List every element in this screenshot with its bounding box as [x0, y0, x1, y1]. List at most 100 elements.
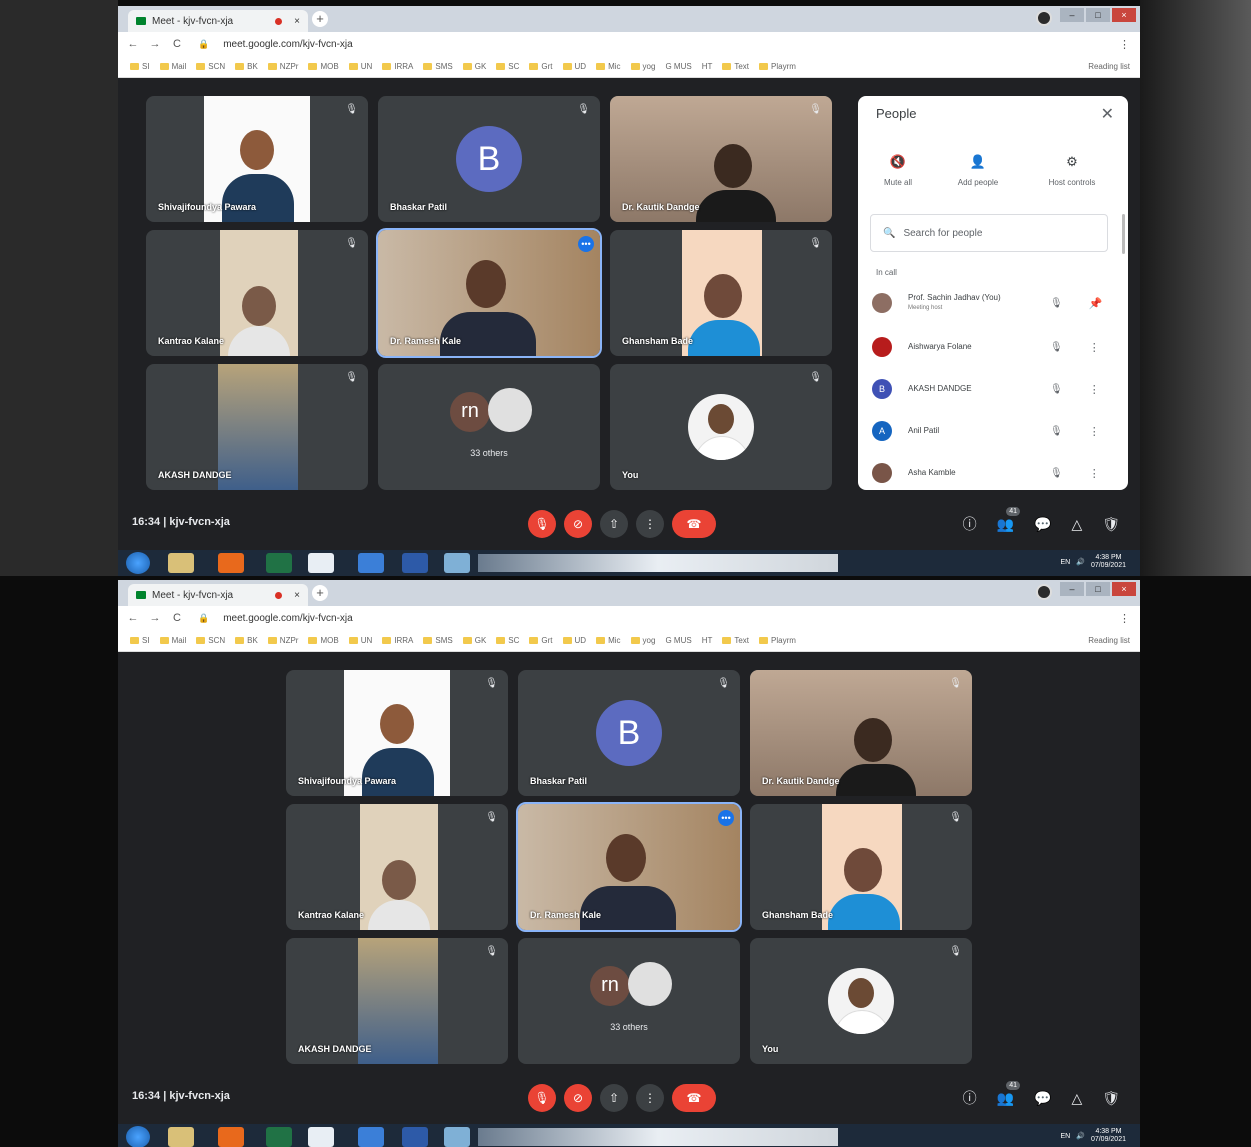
more-options-icon[interactable]: ⋮ [1089, 425, 1100, 438]
window-close-button[interactable]: × [1112, 8, 1136, 22]
volume-icon[interactable]: 🔊 [1076, 558, 1085, 566]
maximize-button[interactable]: □ [1086, 582, 1110, 596]
back-button[interactable]: ← [126, 612, 140, 624]
leave-call-button[interactable]: ☎ [672, 510, 716, 538]
start-button[interactable] [126, 552, 150, 574]
firefox-icon[interactable] [218, 553, 244, 573]
reload-button[interactable]: C [170, 612, 184, 624]
mic-off-icon[interactable]: 🎙 [1050, 342, 1063, 353]
safety-button[interactable]: 🛡 [1102, 516, 1120, 533]
participant-tile[interactable]: 🎙 Kantrao Kalane [146, 230, 368, 356]
bookmark[interactable]: GK [462, 636, 486, 645]
firefox-icon[interactable] [218, 1127, 244, 1147]
participant-tile[interactable]: 🎙 Dr. Kautik Dandge [610, 96, 832, 222]
bookmark[interactable]: Mic [596, 62, 621, 71]
clock[interactable]: 4:38 PM 07/09/2021 [1091, 1128, 1126, 1144]
bookmark[interactable]: Text [722, 636, 749, 645]
bookmark[interactable]: G MUS [665, 636, 691, 645]
bookmark[interactable]: UD [562, 62, 586, 71]
reload-button[interactable]: C [170, 38, 184, 50]
chrome-icon[interactable] [308, 553, 334, 573]
explorer-icon[interactable] [168, 1127, 194, 1147]
bookmark[interactable]: SCN [196, 636, 225, 645]
activities-button[interactable]: △ [1071, 1090, 1082, 1107]
app-icon[interactable] [444, 1127, 470, 1147]
menu-icon[interactable]: ⋮ [1119, 612, 1130, 625]
close-panel-button[interactable]: ✕ [1101, 104, 1114, 124]
excel-icon[interactable] [266, 553, 292, 573]
explorer-icon[interactable] [168, 553, 194, 573]
participant-row[interactable]: A Anil Patil 🎙 ⋮ [872, 414, 1116, 448]
more-options-icon[interactable]: ⋮ [1089, 467, 1100, 480]
camera-toggle-button[interactable]: ⊘ [564, 1084, 592, 1112]
word-icon[interactable] [402, 1127, 428, 1147]
app-icon[interactable] [358, 1127, 384, 1147]
bookmark[interactable]: UN [348, 62, 372, 71]
back-button[interactable]: ← [126, 38, 140, 50]
more-options-button[interactable]: ⋮ [636, 510, 664, 538]
participant-row[interactable]: Aishwarya Folane 🎙 ⋮ [872, 330, 1116, 364]
chat-button[interactable]: 💬 [1034, 516, 1051, 533]
mute-all-button[interactable]: 🔇 Mute all [858, 154, 938, 187]
bookmark[interactable]: IRRA [382, 62, 413, 71]
camera-toggle-button[interactable]: ⊘ [564, 510, 592, 538]
bookmark[interactable]: SCN [196, 62, 225, 71]
menu-icon[interactable]: ⋮ [1119, 38, 1130, 51]
bookmark[interactable]: G MUS [665, 62, 691, 71]
others-tile[interactable]: rn 33 others [378, 364, 600, 490]
participant-tile[interactable]: 🎙 AKASH DANDGE [286, 938, 508, 1064]
participant-tile[interactable]: 🎙 Shivajifoundya Pawara [146, 96, 368, 222]
participant-tile[interactable]: 🎙 Ghansham Bade [610, 230, 832, 356]
add-people-button[interactable]: 👤 Add people [938, 154, 1018, 187]
participant-tile[interactable]: 🎙 Dr. Kautik Dandge [750, 670, 972, 796]
bookmark[interactable]: Playrm [759, 636, 796, 645]
bookmark[interactable]: NZPr [267, 636, 298, 645]
clock[interactable]: 4:38 PM 07/09/2021 [1091, 554, 1126, 570]
url-field[interactable]: meet.google.com/kjv-fvcn-xja [223, 613, 353, 624]
url-field[interactable]: meet.google.com/kjv-fvcn-xja [223, 39, 353, 50]
bookmark[interactable]: Mail [159, 636, 186, 645]
people-button[interactable]: 👥 41 [997, 1080, 1020, 1107]
bookmark[interactable]: SI [130, 636, 150, 645]
mic-off-icon[interactable]: 🎙 [1050, 468, 1063, 479]
bookmark[interactable]: MOB [308, 62, 339, 71]
more-options-button[interactable]: ⋮ [636, 1084, 664, 1112]
more-options-icon[interactable]: ⋮ [1089, 341, 1100, 354]
self-tile[interactable]: 🎙 You [750, 938, 972, 1064]
participant-row[interactable]: Asha Kamble 🎙 ⋮ [872, 456, 1116, 490]
bookmark[interactable]: BK [235, 636, 258, 645]
forward-button[interactable]: → [148, 38, 162, 50]
bookmark[interactable]: Playrm [759, 62, 796, 71]
safety-button[interactable]: 🛡 [1102, 1090, 1120, 1107]
participant-tile[interactable]: 🎙 AKASH DANDGE [146, 364, 368, 490]
self-tile[interactable]: 🎙 You [610, 364, 832, 490]
bookmark[interactable]: yog [630, 636, 655, 645]
host-controls-button[interactable]: ⚙ Host controls [1032, 154, 1112, 187]
pin-icon[interactable]: 📌 [1089, 297, 1103, 310]
leave-call-button[interactable]: ☎ [672, 1084, 716, 1112]
language-indicator[interactable]: EN [1061, 1133, 1071, 1140]
bookmark[interactable]: Mail [159, 62, 186, 71]
others-tile[interactable]: rn 33 others [518, 938, 740, 1064]
more-options-icon[interactable]: ⋮ [1089, 383, 1100, 396]
reading-list-button[interactable]: Reading list [1088, 636, 1130, 645]
participant-tile[interactable]: B 🎙 Bhaskar Patil [518, 670, 740, 796]
bookmark[interactable]: SI [130, 62, 150, 71]
bookmark[interactable]: UD [562, 636, 586, 645]
bookmark[interactable]: SMS [423, 62, 453, 71]
word-icon[interactable] [402, 553, 428, 573]
activities-button[interactable]: △ [1071, 516, 1082, 533]
maximize-button[interactable]: □ [1086, 8, 1110, 22]
bookmark[interactable]: MOB [308, 636, 339, 645]
forward-button[interactable]: → [148, 612, 162, 624]
tab-close-button[interactable]: × [294, 590, 300, 601]
chrome-icon[interactable] [308, 1127, 334, 1147]
info-button[interactable]: ⓘ [963, 514, 977, 534]
participant-row[interactable]: Prof. Sachin Jadhav (You) Meeting host 🎙 … [872, 286, 1116, 320]
profile-icon[interactable] [1036, 584, 1052, 600]
app-icon[interactable] [358, 553, 384, 573]
bookmark[interactable]: NZPr [267, 62, 298, 71]
present-button[interactable]: ⇧ [600, 510, 628, 538]
window-close-button[interactable]: × [1112, 582, 1136, 596]
mic-off-icon[interactable]: 🎙 [1050, 384, 1063, 395]
